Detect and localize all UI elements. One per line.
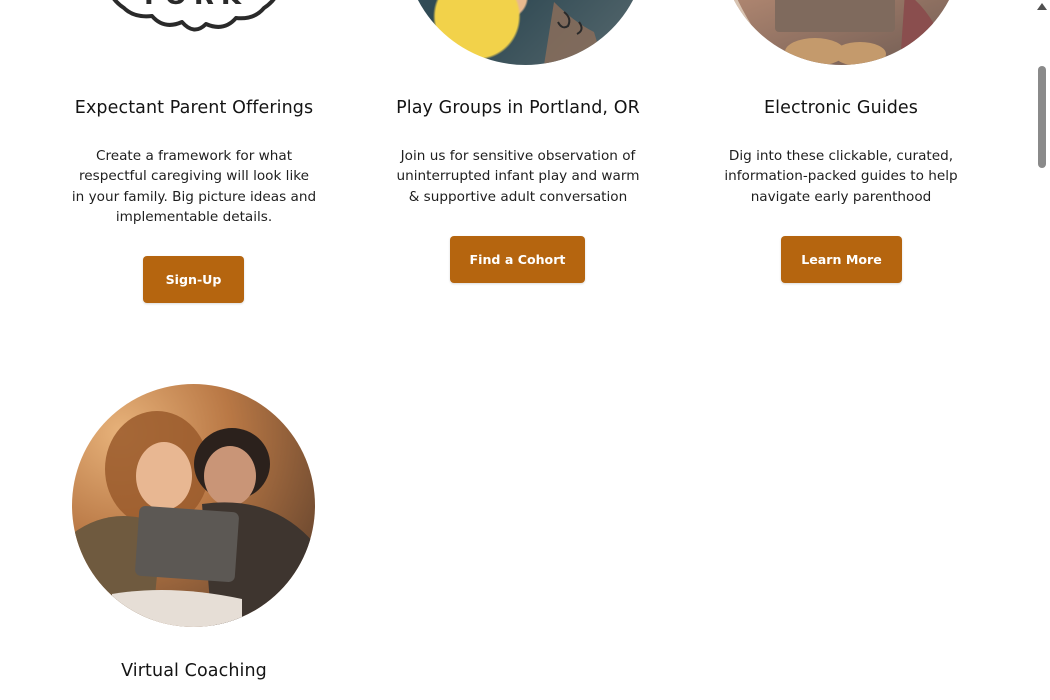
find-a-cohort-button[interactable]: Find a Cohort bbox=[450, 236, 585, 283]
vertical-scrollbar[interactable] bbox=[1034, 0, 1050, 700]
parent-holding-baby-photo bbox=[404, 0, 647, 65]
card-expectant-parent: TORK Expectant Parent Offerings Create a… bbox=[63, 0, 325, 310]
svg-text:TORK: TORK bbox=[140, 0, 248, 11]
card-play-groups: Play Groups in Portland, OR Join us for … bbox=[387, 0, 649, 300]
laptop-on-lap-photo bbox=[720, 0, 963, 65]
card-title: Play Groups in Portland, OR bbox=[396, 98, 640, 118]
sign-up-button[interactable]: Sign-Up bbox=[143, 256, 244, 303]
page-content: TORK Expectant Parent Offerings Create a… bbox=[0, 0, 1034, 700]
triangle-up-icon[interactable] bbox=[1037, 3, 1047, 10]
card-description: Dig into these clickable, curated, infor… bbox=[724, 148, 958, 205]
scrollbar-thumb[interactable] bbox=[1038, 66, 1046, 168]
card-title: Expectant Parent Offerings bbox=[74, 98, 314, 118]
card-electronic-guides: Electronic Guides Dig into these clickab… bbox=[710, 0, 972, 300]
card-virtual-coaching: Virtual Coaching bbox=[63, 384, 325, 700]
card-title: Electronic Guides bbox=[763, 98, 919, 118]
couple-with-laptop-photo bbox=[72, 384, 315, 627]
card-title: Virtual Coaching bbox=[121, 661, 267, 681]
stork-logo-image: TORK bbox=[94, 0, 294, 60]
card-description: Create a framework for what respectful c… bbox=[71, 148, 317, 225]
learn-more-button[interactable]: Learn More bbox=[781, 236, 902, 283]
card-description: Join us for sensitive observation of uni… bbox=[396, 148, 640, 205]
